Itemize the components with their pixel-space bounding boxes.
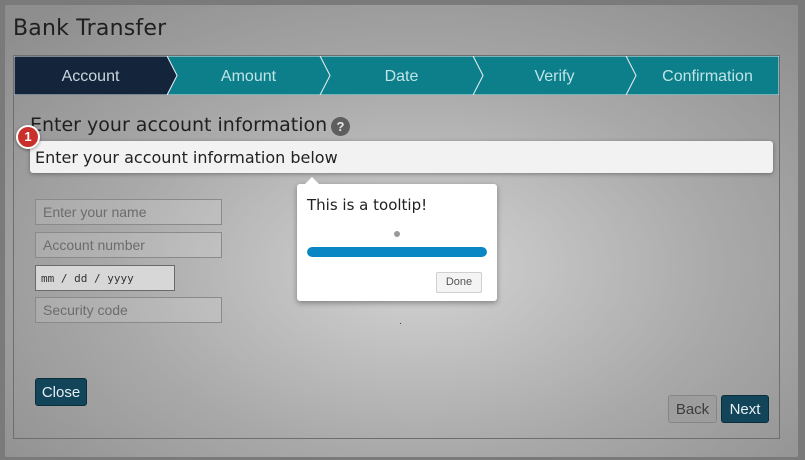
wizard-steps: Account Amount Date Verify Confirmation bbox=[14, 56, 779, 95]
security-code-input[interactable] bbox=[35, 297, 222, 323]
back-button[interactable]: Back bbox=[668, 395, 717, 423]
next-button[interactable]: Next bbox=[721, 395, 769, 423]
tour-step-bar: Enter your account information below bbox=[30, 141, 773, 173]
tour-step-badge: 1 bbox=[16, 125, 40, 149]
tooltip-arrow bbox=[305, 177, 319, 184]
tooltip-text: This is a tooltip! bbox=[307, 196, 428, 214]
step-label-date: Date bbox=[385, 68, 419, 85]
tour-step-text: Enter your account information below bbox=[35, 148, 338, 167]
dialog-title: Bank Transfer bbox=[13, 16, 167, 41]
step-label-amount: Amount bbox=[221, 68, 277, 85]
done-button[interactable]: Done bbox=[436, 272, 482, 293]
tooltip-progress-fill bbox=[307, 247, 487, 257]
form-heading: Enter your account information bbox=[30, 114, 328, 136]
close-button[interactable]: Close bbox=[35, 378, 87, 406]
step-label-verify: Verify bbox=[534, 68, 574, 85]
tooltip-step-dot bbox=[394, 231, 400, 237]
question-circle-icon[interactable]: ? bbox=[331, 117, 350, 136]
tooltip-progress-bar bbox=[307, 247, 487, 257]
decorative-dot bbox=[400, 323, 401, 324]
step-label-confirmation: Confirmation bbox=[662, 68, 753, 85]
tour-tooltip: This is a tooltip! Done bbox=[297, 177, 497, 301]
account-number-input[interactable] bbox=[35, 232, 222, 258]
date-input[interactable]: mm / dd / yyyy bbox=[35, 265, 175, 291]
step-label-account: Account bbox=[62, 68, 120, 85]
name-input[interactable] bbox=[35, 199, 222, 225]
